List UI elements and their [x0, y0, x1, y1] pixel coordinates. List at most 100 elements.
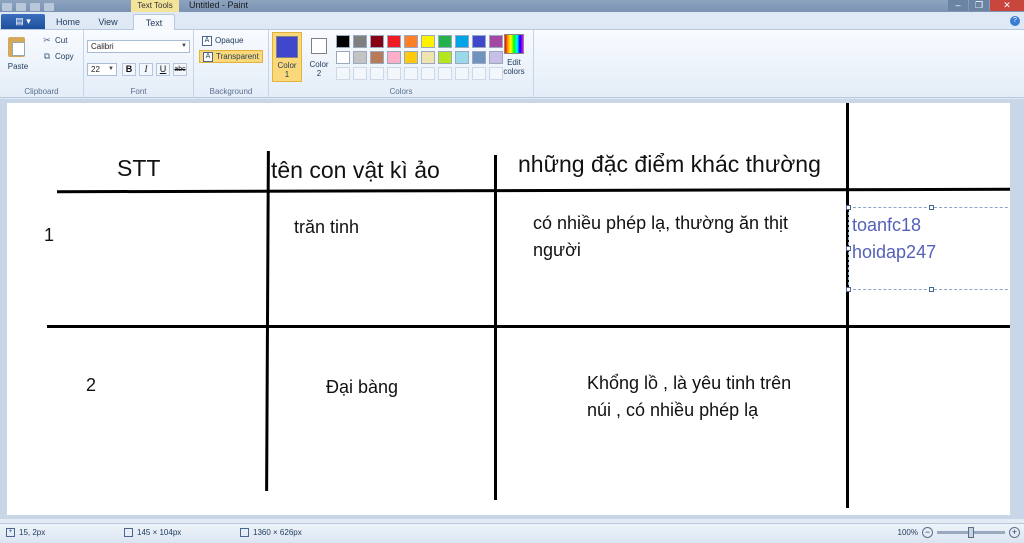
palette-swatch[interactable] [421, 35, 435, 48]
resize-handle[interactable] [846, 287, 851, 292]
palette-swatch[interactable] [404, 35, 418, 48]
custom-color-slot[interactable] [421, 67, 435, 80]
resize-handle[interactable] [846, 205, 851, 210]
palette-swatch[interactable] [438, 35, 452, 48]
palette-swatch[interactable] [421, 51, 435, 64]
window-controls: – ❐ ✕ [947, 0, 1024, 12]
tab-view[interactable]: View [90, 14, 126, 30]
color-palette [336, 35, 503, 80]
tab-text[interactable]: Text [133, 14, 175, 30]
font-size-select[interactable]: 22 ▼ [87, 63, 117, 76]
header-stt: STT [117, 155, 161, 181]
font-family-value: Calibri [91, 42, 114, 51]
custom-color-slot[interactable] [472, 67, 486, 80]
cut-button[interactable]: ✂ Cut [42, 35, 67, 45]
ribbon: Paste ✂ Cut ⧉ Copy Clipboard Calibri ▼ 2… [0, 30, 1024, 98]
palette-swatch[interactable] [387, 51, 401, 64]
palette-swatch[interactable] [472, 51, 486, 64]
resize-handle[interactable] [846, 246, 851, 251]
copy-icon: ⧉ [43, 51, 51, 61]
scissors-icon: ✂ [43, 35, 51, 45]
palette-swatch[interactable] [438, 51, 452, 64]
minimize-button[interactable]: – [948, 0, 968, 11]
tab-home[interactable]: Home [50, 14, 86, 30]
drawing-canvas[interactable]: STT tên con vật kì ảo những đặc điểm khá… [7, 103, 1010, 515]
close-button[interactable]: ✕ [990, 0, 1024, 11]
resize-handle[interactable] [929, 205, 934, 210]
zoom-slider-thumb[interactable] [968, 527, 974, 538]
strikethrough-button[interactable]: abc [173, 63, 187, 76]
status-bar: + 15, 2px 145 × 104px 1360 × 626px 100% … [0, 523, 1024, 543]
palette-swatch[interactable] [472, 35, 486, 48]
row1-traits: có nhiều phép lạ, thường ăn thịt người [533, 213, 789, 260]
palette-swatch[interactable] [353, 51, 367, 64]
custom-color-slot[interactable] [404, 67, 418, 80]
selection-size: 145 × 104px [124, 528, 181, 537]
custom-color-slot[interactable] [336, 67, 350, 80]
resize-handle[interactable] [929, 287, 934, 292]
bold-button[interactable]: B [122, 63, 136, 76]
palette-swatch[interactable] [387, 35, 401, 48]
custom-color-slot[interactable] [353, 67, 367, 80]
palette-swatch[interactable] [370, 51, 384, 64]
palette-swatch[interactable] [370, 35, 384, 48]
ribbon-tabs: ▤ ▾ Home View Text ? [0, 12, 1024, 30]
transparent-option[interactable]: A Transparent [199, 50, 263, 63]
palette-swatch[interactable] [336, 51, 350, 64]
opaque-option[interactable]: A Opaque [199, 34, 246, 47]
clipboard-group: Paste ✂ Cut ⧉ Copy Clipboard [0, 30, 84, 98]
custom-color-slot[interactable] [455, 67, 469, 80]
workspace: STT tên con vật kì ảo những đặc điểm khá… [0, 99, 1024, 519]
color2-button[interactable]: Color 2 [304, 32, 334, 82]
image-size-value: 1360 × 626px [253, 528, 302, 537]
custom-color-slot[interactable] [438, 67, 452, 80]
paint-menu-button[interactable]: ▤ ▾ [1, 14, 45, 29]
palette-swatch[interactable] [353, 35, 367, 48]
palette-swatch[interactable] [336, 35, 350, 48]
palette-swatch[interactable] [455, 35, 469, 48]
font-group: Calibri ▼ 22 ▼ B I U abc Font [84, 30, 194, 98]
quick-access-toolbar[interactable] [0, 0, 130, 12]
chevron-down-icon: ▼ [181, 43, 187, 49]
custom-color-slot[interactable] [387, 67, 401, 80]
zoom-out-button[interactable]: − [922, 527, 933, 538]
window-title: Untitled - Paint [189, 0, 249, 10]
underline-button[interactable]: U [156, 63, 170, 76]
transparent-icon: A [203, 51, 213, 62]
paste-button[interactable]: Paste [0, 62, 36, 71]
text-box[interactable]: toanfc18 hoidap247 [846, 205, 1010, 292]
copy-button[interactable]: ⧉ Copy [42, 51, 74, 61]
color2-label: Color 2 [309, 60, 329, 78]
edit-colors-button[interactable]: Edit colors [500, 34, 528, 76]
header-traits: những đặc điểm khác thường [518, 151, 821, 177]
image-size: 1360 × 626px [240, 528, 302, 537]
color2-swatch [311, 38, 327, 54]
selection-icon [124, 528, 133, 537]
palette-swatch[interactable] [455, 51, 469, 64]
zoom-control: 100% − + [898, 527, 1020, 538]
title-bar: Text Tools Untitled - Paint – ❐ ✕ [0, 0, 1024, 12]
background-group-label: Background [209, 87, 253, 96]
transparent-label: Transparent [216, 52, 259, 61]
text-box-content[interactable]: toanfc18 hoidap247 [852, 212, 936, 266]
font-group-label: Font [130, 87, 147, 96]
zoom-slider[interactable] [937, 527, 1005, 538]
palette-swatch[interactable] [404, 51, 418, 64]
color1-button[interactable]: Color 1 [272, 32, 302, 82]
header-name: tên con vật kì ảo [271, 157, 440, 183]
font-size-value: 22 [91, 65, 100, 74]
color1-label: Color 1 [277, 61, 297, 79]
font-family-select[interactable]: Calibri ▼ [87, 40, 190, 53]
maximize-button[interactable]: ❐ [969, 0, 989, 11]
help-icon[interactable]: ? [1010, 16, 1020, 26]
opaque-icon: A [202, 35, 212, 46]
color-wheel-icon [504, 34, 524, 54]
zoom-level: 100% [897, 528, 918, 537]
table-line [47, 325, 1010, 328]
italic-button[interactable]: I [139, 63, 153, 76]
row1-stt: 1 [44, 225, 55, 245]
table-line [265, 150, 270, 492]
paste-icon[interactable] [6, 34, 28, 58]
custom-color-slot[interactable] [370, 67, 384, 80]
zoom-in-button[interactable]: + [1009, 527, 1020, 538]
